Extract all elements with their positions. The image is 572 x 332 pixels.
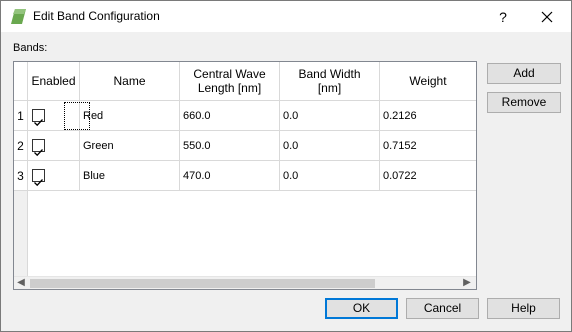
- col-header-central-wave-length[interactable]: Central Wave Length [nm]: [180, 62, 280, 101]
- central-wave-length-cell[interactable]: 660.0: [180, 101, 280, 131]
- name-cell[interactable]: Red: [80, 101, 180, 131]
- app-icon: [11, 9, 26, 24]
- enabled-cell[interactable]: [28, 161, 80, 191]
- help-title-button[interactable]: ?: [491, 5, 515, 29]
- enabled-checkbox[interactable]: [32, 139, 45, 157]
- band-width-cell[interactable]: 0.0: [280, 101, 380, 131]
- checkmark-icon: [34, 119, 43, 127]
- scroll-left-icon[interactable]: ◀: [14, 277, 28, 289]
- help-button[interactable]: Help: [487, 298, 560, 319]
- row-header[interactable]: 2: [14, 131, 28, 161]
- horizontal-scrollbar[interactable]: ◀ ▶: [14, 276, 476, 289]
- weight-cell[interactable]: 0.0722: [380, 161, 476, 191]
- central-wave-length-cell[interactable]: 550.0: [180, 131, 280, 161]
- enabled-cell[interactable]: [28, 131, 80, 161]
- bands-table[interactable]: Enabled Name Central Wave Length [nm] Ba…: [13, 61, 477, 290]
- title-bar[interactable]: Edit Band Configuration ?: [1, 1, 571, 32]
- col-header-weight[interactable]: Weight: [380, 62, 476, 101]
- bands-label: Bands:: [13, 42, 48, 54]
- row-header-empty-area: [14, 191, 28, 277]
- question-mark-icon: ?: [499, 9, 507, 25]
- remove-button[interactable]: Remove: [487, 92, 561, 113]
- weight-cell[interactable]: 0.2126: [380, 101, 476, 131]
- band-width-cell[interactable]: 0.0: [280, 131, 380, 161]
- close-button[interactable]: [535, 5, 559, 29]
- col-header-band-width[interactable]: Band Width [nm]: [280, 62, 380, 101]
- scrollbar-thumb[interactable]: [30, 279, 375, 288]
- enabled-checkbox[interactable]: [32, 169, 45, 187]
- enabled-checkbox[interactable]: [32, 109, 45, 127]
- band-width-cell[interactable]: 0.0: [280, 161, 380, 191]
- checkmark-icon: [34, 179, 43, 187]
- col-header-enabled[interactable]: Enabled: [28, 62, 80, 101]
- weight-cell[interactable]: 0.7152: [380, 131, 476, 161]
- table-corner[interactable]: [14, 62, 28, 101]
- cell-focus-indicator: [64, 102, 90, 130]
- cancel-button[interactable]: Cancel: [406, 298, 479, 319]
- name-cell[interactable]: Green: [80, 131, 180, 161]
- ok-button[interactable]: OK: [325, 298, 398, 319]
- scroll-right-icon[interactable]: ▶: [460, 277, 474, 289]
- checkmark-icon: [34, 149, 43, 157]
- name-cell[interactable]: Blue: [80, 161, 180, 191]
- close-icon: [541, 11, 553, 23]
- add-button[interactable]: Add: [487, 63, 561, 84]
- dialog-window: Edit Band Configuration ? Bands: Enabled…: [0, 0, 572, 332]
- central-wave-length-cell[interactable]: 470.0: [180, 161, 280, 191]
- window-title: Edit Band Configuration: [33, 9, 160, 23]
- row-header[interactable]: 3: [14, 161, 28, 191]
- row-header[interactable]: 1: [14, 101, 28, 131]
- col-header-name[interactable]: Name: [80, 62, 180, 101]
